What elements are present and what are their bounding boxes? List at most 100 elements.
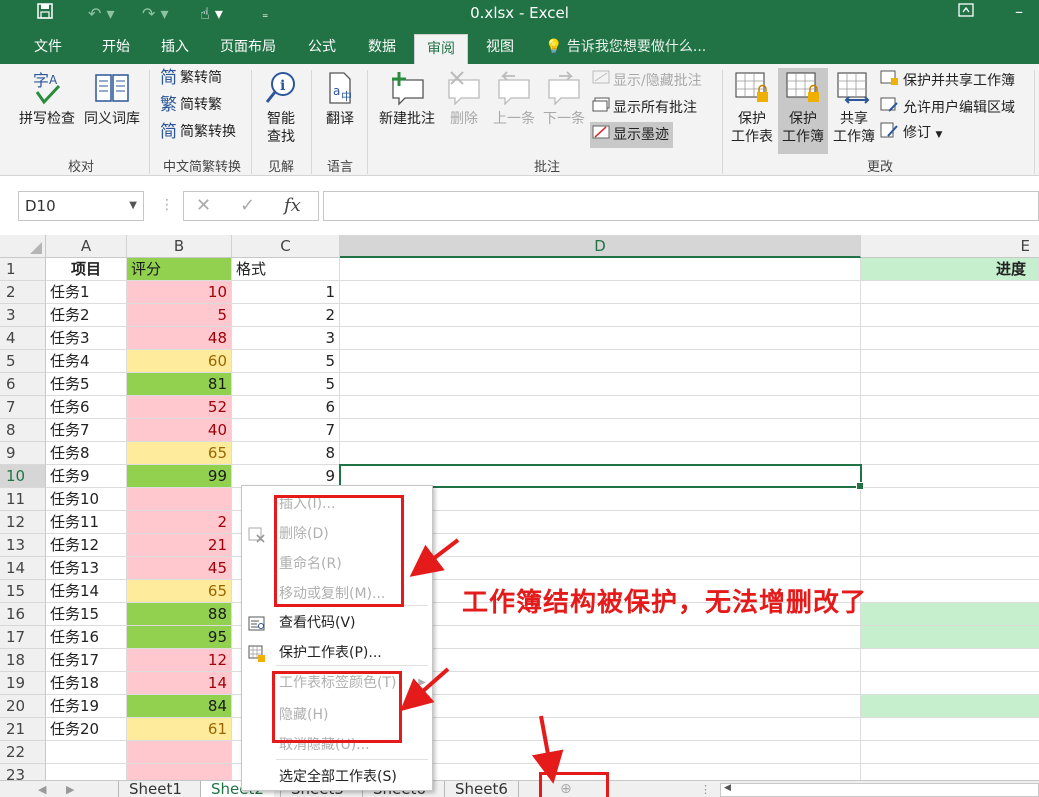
next-comment-button[interactable]: 下一条 <box>540 70 588 128</box>
enter-icon[interactable]: ✓ <box>240 195 255 216</box>
cell-e[interactable] <box>861 396 1039 419</box>
chevron-down-icon[interactable]: ▼ <box>129 192 137 220</box>
menu-item[interactable]: 工作表标签颜色(T) ▶ <box>242 668 432 698</box>
cell-e[interactable] <box>861 603 1039 626</box>
protect-share-button[interactable]: 保护并共享工作簿 <box>880 70 1015 92</box>
cell-a[interactable] <box>46 741 127 764</box>
cell-b[interactable]: 40 <box>127 419 232 442</box>
row-header[interactable]: 18 <box>0 649 46 672</box>
cell-d[interactable] <box>340 373 861 396</box>
show-ink-button[interactable]: 显示墨迹 <box>590 122 673 148</box>
menu-item[interactable]: 插入(I)... <box>242 489 432 519</box>
minimize-icon[interactable]: – <box>1015 2 1023 21</box>
delete-comment-button[interactable]: 删除 <box>444 70 484 128</box>
cell-a[interactable]: 任务16 <box>46 626 127 649</box>
cell-c[interactable]: 2 <box>232 304 340 327</box>
cell-a[interactable]: 任务2 <box>46 304 127 327</box>
cell-e[interactable]: 进度 <box>861 258 1039 281</box>
allow-edit-ranges-button[interactable]: 允许用户编辑区域 <box>880 97 1015 119</box>
cell-a[interactable]: 任务14 <box>46 580 127 603</box>
cell-a[interactable]: 任务5 <box>46 373 127 396</box>
cell-e[interactable] <box>861 695 1039 718</box>
row-header[interactable]: 15 <box>0 580 46 603</box>
cell-a[interactable]: 任务10 <box>46 488 127 511</box>
cell-b[interactable]: 48 <box>127 327 232 350</box>
horizontal-scrollbar[interactable]: ◀ <box>720 783 1039 797</box>
cell-b[interactable]: 52 <box>127 396 232 419</box>
cell-d[interactable] <box>340 304 861 327</box>
cell-a[interactable]: 任务11 <box>46 511 127 534</box>
share-workbook-button[interactable]: 共享 工作簿 <box>830 70 878 146</box>
cell-b[interactable]: 84 <box>127 695 232 718</box>
cell-b[interactable]: 45 <box>127 557 232 580</box>
cell-a[interactable]: 任务20 <box>46 718 127 741</box>
cell-e[interactable] <box>861 626 1039 649</box>
cell-e[interactable] <box>861 511 1039 534</box>
cell-a[interactable]: 任务17 <box>46 649 127 672</box>
row-header[interactable]: 19 <box>0 672 46 695</box>
cell-e[interactable] <box>861 281 1039 304</box>
cell-e[interactable] <box>861 534 1039 557</box>
menu-item[interactable]: 重命名(R) <box>242 549 432 579</box>
row-header[interactable]: 17 <box>0 626 46 649</box>
track-changes-button[interactable]: 修订 ▼ <box>880 122 942 145</box>
cell-d[interactable] <box>340 281 861 304</box>
cell-b[interactable] <box>127 741 232 764</box>
cell-b[interactable]: 2 <box>127 511 232 534</box>
cell-a[interactable]: 任务19 <box>46 695 127 718</box>
tab-insert[interactable]: 插入 <box>149 30 201 64</box>
tab-review[interactable]: 审阅 <box>414 34 468 64</box>
row-header[interactable]: 14 <box>0 557 46 580</box>
cell-b[interactable]: 12 <box>127 649 232 672</box>
cell-e[interactable] <box>861 557 1039 580</box>
row-header[interactable]: 23 <box>0 764 46 780</box>
cell-e[interactable] <box>861 718 1039 741</box>
cell-a[interactable]: 任务1 <box>46 281 127 304</box>
row-header[interactable]: 13 <box>0 534 46 557</box>
cell-e[interactable] <box>861 672 1039 695</box>
cell-c[interactable]: 5 <box>232 350 340 373</box>
protect-sheet-button[interactable]: 保护 工作表 <box>728 70 776 146</box>
tab-page-layout[interactable]: 页面布局 <box>208 30 288 64</box>
cell-d[interactable] <box>340 350 861 373</box>
cell-a[interactable]: 任务4 <box>46 350 127 373</box>
cell-c[interactable]: 3 <box>232 327 340 350</box>
show-hide-comment-button[interactable]: 显示/隐藏批注 <box>592 70 702 92</box>
menu-item[interactable]: 选定全部工作表(S) <box>242 762 432 792</box>
show-all-comments-button[interactable]: 显示所有批注 <box>592 97 697 119</box>
row-header[interactable]: 2 <box>0 281 46 304</box>
cell-e[interactable] <box>861 327 1039 350</box>
to-traditional-button[interactable]: 繁简转繁 <box>160 95 222 115</box>
column-header-a[interactable]: A <box>46 235 127 258</box>
cell-a[interactable]: 任务18 <box>46 672 127 695</box>
cell-a[interactable]: 任务8 <box>46 442 127 465</box>
cell-a[interactable] <box>46 764 127 780</box>
cancel-icon[interactable]: ✕ <box>196 195 211 216</box>
row-header[interactable]: 16 <box>0 603 46 626</box>
row-header[interactable]: 11 <box>0 488 46 511</box>
tab-data[interactable]: 数据 <box>356 30 408 64</box>
next-sheet-icon[interactable]: ▶ <box>66 781 74 797</box>
cell-b[interactable]: 21 <box>127 534 232 557</box>
cell-b[interactable]: 99 <box>127 465 232 488</box>
cell-b[interactable] <box>127 764 232 780</box>
menu-item[interactable]: 移动或复制(M)... <box>242 579 432 609</box>
cell-e[interactable] <box>861 373 1039 396</box>
smart-lookup-button[interactable]: i 智能 查找 <box>258 70 304 146</box>
cell-b[interactable]: 10 <box>127 281 232 304</box>
cell-e[interactable] <box>861 304 1039 327</box>
column-header-e[interactable]: E <box>861 235 1039 258</box>
cell-e[interactable] <box>861 350 1039 373</box>
cell-c[interactable]: 6 <box>232 396 340 419</box>
spelling-button[interactable]: 字 A 拼写检查 <box>16 70 78 128</box>
add-sheet-icon[interactable]: ⊕ <box>560 781 572 797</box>
scroll-left-icon[interactable]: ◀ <box>724 783 731 793</box>
row-header[interactable]: 3 <box>0 304 46 327</box>
row-header[interactable]: 9 <box>0 442 46 465</box>
cell-c[interactable]: 1 <box>232 281 340 304</box>
new-comment-button[interactable]: 新建批注 <box>374 70 440 128</box>
cell-d[interactable] <box>340 396 861 419</box>
row-header[interactable]: 22 <box>0 741 46 764</box>
row-header[interactable]: 8 <box>0 419 46 442</box>
cell-b[interactable]: 14 <box>127 672 232 695</box>
